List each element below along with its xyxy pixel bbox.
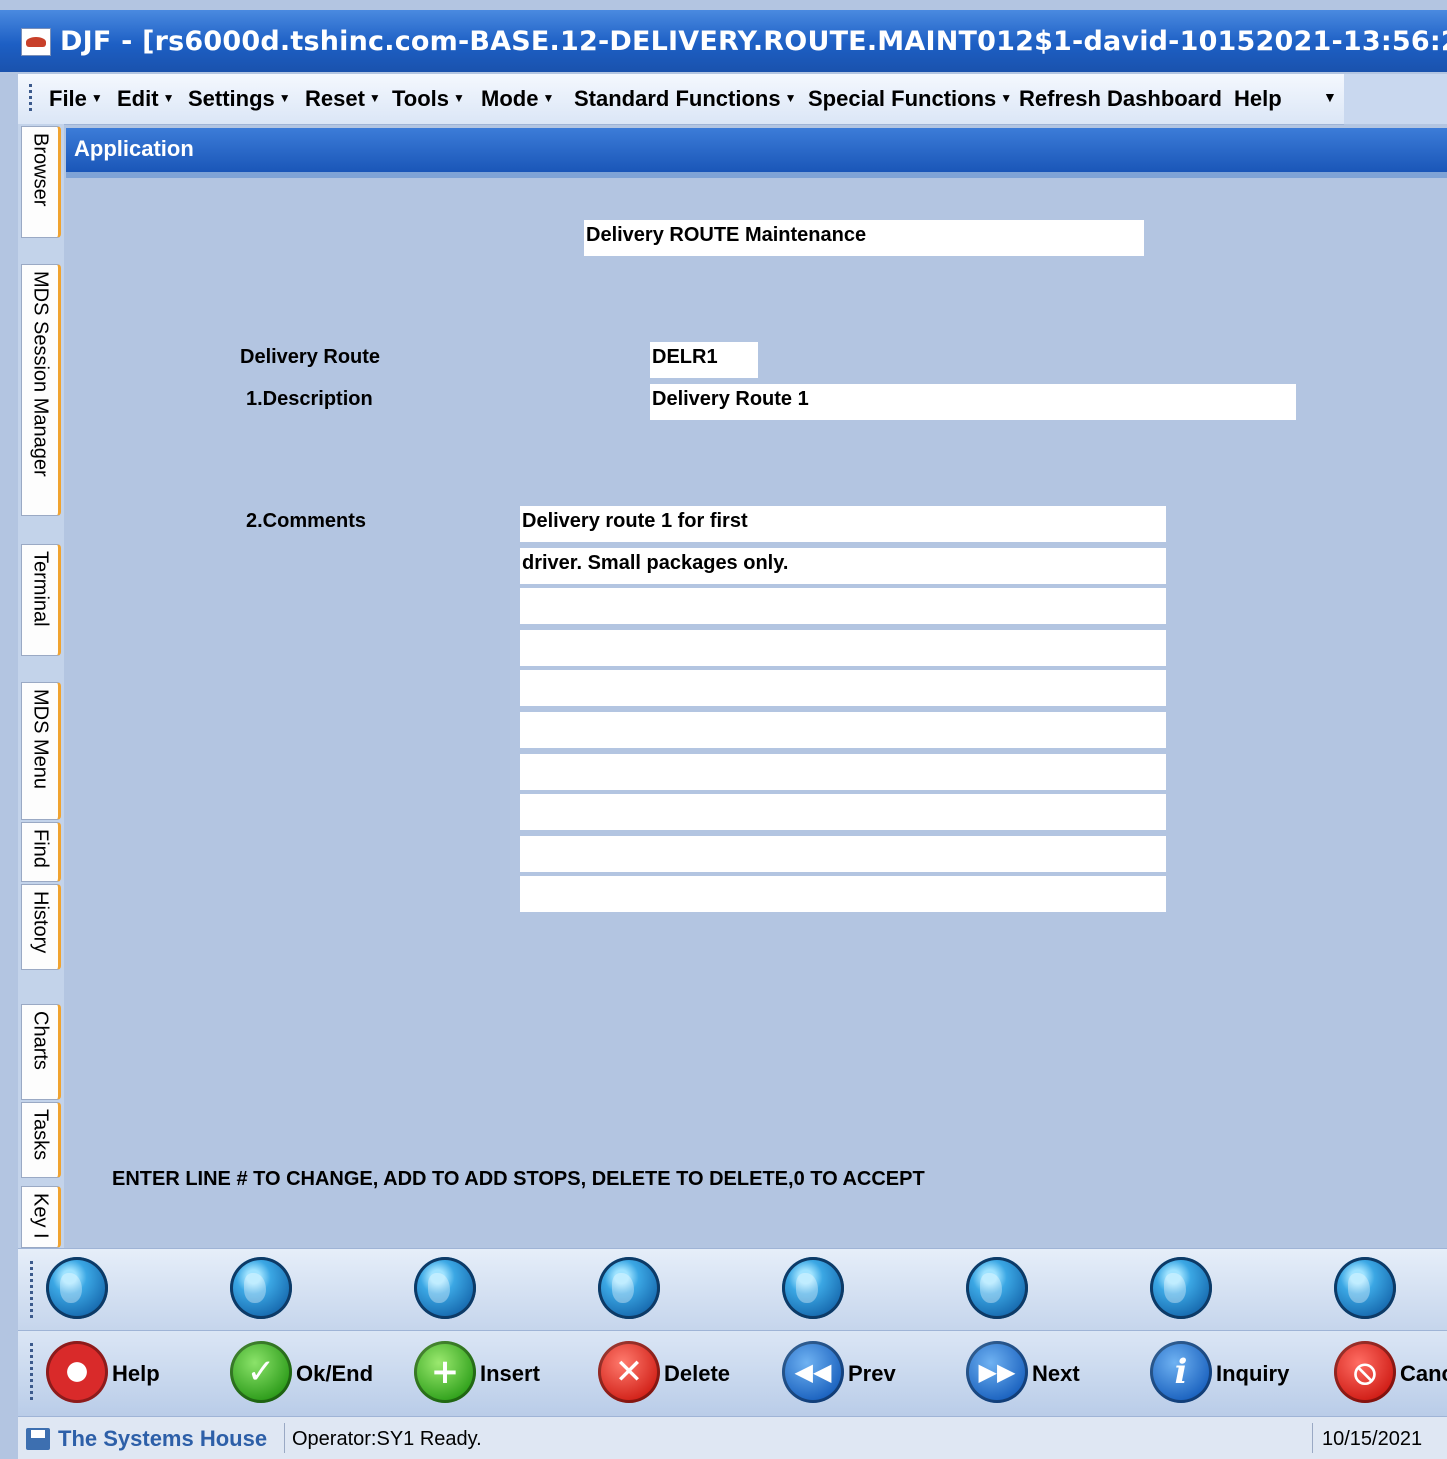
toolbar-grip[interactable] (29, 84, 32, 114)
fast-forward-icon: ▶▶ (966, 1341, 1028, 1403)
globe-icon[interactable] (1334, 1257, 1396, 1319)
toolbar-grip[interactable] (30, 1261, 33, 1321)
chevron-down-icon: ▼ (368, 91, 381, 105)
side-tab-strip: Browser MDS Session Manager Terminal MDS… (18, 124, 64, 1248)
globe-icon[interactable] (1150, 1257, 1212, 1319)
comment-line[interactable] (520, 630, 1166, 666)
comment-line[interactable] (520, 794, 1166, 830)
status-message: Operator:SY1 Ready. (292, 1428, 482, 1450)
lifebuoy-icon (46, 1341, 108, 1403)
menu-bar: File ▼ Edit ▼ Settings ▼ Reset ▼ Tools ▼ Mode… (18, 74, 1344, 125)
menu-file[interactable]: File ▼ (49, 86, 103, 112)
chevron-down-icon: ▼ (453, 91, 465, 105)
tab-history[interactable]: History (21, 884, 61, 970)
globe-icon[interactable] (598, 1257, 660, 1319)
tab-key[interactable]: Key I (21, 1186, 61, 1248)
menu-help[interactable]: Help (1234, 86, 1282, 112)
title-bar: DJF - [rs6000d.tshinc.com-BASE.12-DELIVE… (0, 10, 1447, 72)
chevron-down-icon: ▼ (542, 91, 555, 105)
delivery-route-field[interactable]: DELR1 (650, 342, 758, 378)
globe-icon[interactable] (46, 1257, 108, 1319)
comments-label: 2.Comments (246, 510, 367, 532)
menu-standard-functions[interactable]: Standard Functions ▼ (574, 86, 796, 112)
comment-line[interactable] (520, 754, 1166, 790)
menu-bar-filler (1344, 74, 1447, 124)
prohibited-icon: ⦸ (1334, 1341, 1396, 1403)
application-panel: Delivery ROUTE Maintenance Delivery Rout… (66, 178, 1447, 1248)
comment-line[interactable] (520, 836, 1166, 872)
comment-line[interactable] (520, 876, 1166, 912)
x-icon: ✕ (598, 1341, 660, 1403)
tab-browser[interactable]: Browser (21, 126, 61, 238)
plus-icon: + (414, 1341, 476, 1403)
menu-refresh-dashboard[interactable]: Refresh Dashboard (1019, 86, 1222, 112)
info-icon: i (1150, 1341, 1212, 1403)
save-disk-icon (26, 1428, 50, 1450)
comment-line[interactable]: Delivery route 1 for first (520, 506, 1166, 542)
menu-edit[interactable]: Edit ▼ (117, 86, 174, 112)
comment-line[interactable] (520, 670, 1166, 706)
function-key-bar-lower: Help ✓ Ok/End + Insert ✕ Delete ◀◀ Prev … (18, 1330, 1447, 1417)
globe-icon[interactable] (414, 1257, 476, 1319)
chevron-down-icon: ▼ (784, 91, 797, 105)
app-icon (21, 28, 51, 56)
toolbar-overflow-icon[interactable]: ▼ (1323, 89, 1337, 105)
status-date: 10/15/2021 (1322, 1428, 1423, 1450)
comment-line[interactable] (520, 588, 1166, 624)
menu-settings[interactable]: Settings ▼ (188, 86, 291, 112)
comment-line[interactable] (520, 712, 1166, 748)
screen-title: Delivery ROUTE Maintenance (584, 220, 1144, 256)
globe-icon[interactable] (966, 1257, 1028, 1319)
globe-icon[interactable] (782, 1257, 844, 1319)
chevron-down-icon: ▼ (90, 91, 103, 105)
tab-find[interactable]: Find (21, 822, 61, 882)
status-bar: The Systems House Operator:SY1 Ready. 10… (18, 1416, 1447, 1459)
menu-mode[interactable]: Mode ▼ (481, 86, 554, 112)
globe-icon[interactable] (230, 1257, 292, 1319)
menu-tools[interactable]: Tools ▼ (392, 86, 465, 112)
description-label: 1.Description (246, 388, 373, 410)
menu-special-functions[interactable]: Special Functions ▼ (808, 86, 1012, 112)
menu-reset[interactable]: Reset ▼ (305, 86, 381, 112)
chevron-down-icon: ▼ (162, 91, 175, 105)
rewind-icon: ◀◀ (782, 1341, 844, 1403)
delivery-route-label: Delivery Route (240, 346, 381, 368)
tab-charts[interactable]: Charts (21, 1004, 61, 1100)
tab-mds-menu[interactable]: MDS Menu (21, 682, 61, 820)
chevron-down-icon: ▼ (278, 91, 291, 105)
company-name: The Systems House (58, 1426, 268, 1451)
status-separator (284, 1423, 285, 1453)
comment-line[interactable]: driver. Small packages only. (520, 548, 1166, 584)
window-title: DJF - [rs6000d.tshinc.com-BASE.12-DELIVE… (60, 26, 1447, 57)
description-field[interactable]: Delivery Route 1 (650, 384, 1296, 420)
tab-terminal[interactable]: Terminal (21, 544, 61, 656)
function-key-bar-upper (18, 1248, 1447, 1331)
tab-tasks[interactable]: Tasks (21, 1102, 61, 1178)
toolbar-grip[interactable] (30, 1343, 33, 1403)
command-prompt: ENTER LINE # TO CHANGE, ADD TO ADD STOPS… (112, 1168, 925, 1190)
application-header: Application (66, 128, 1447, 172)
checkmark-icon: ✓ (230, 1341, 292, 1403)
application-header-label: Application (74, 136, 194, 161)
status-separator (1312, 1423, 1313, 1453)
tab-mds-session-manager[interactable]: MDS Session Manager (21, 264, 61, 516)
chevron-down-icon: ▼ (1000, 91, 1013, 105)
